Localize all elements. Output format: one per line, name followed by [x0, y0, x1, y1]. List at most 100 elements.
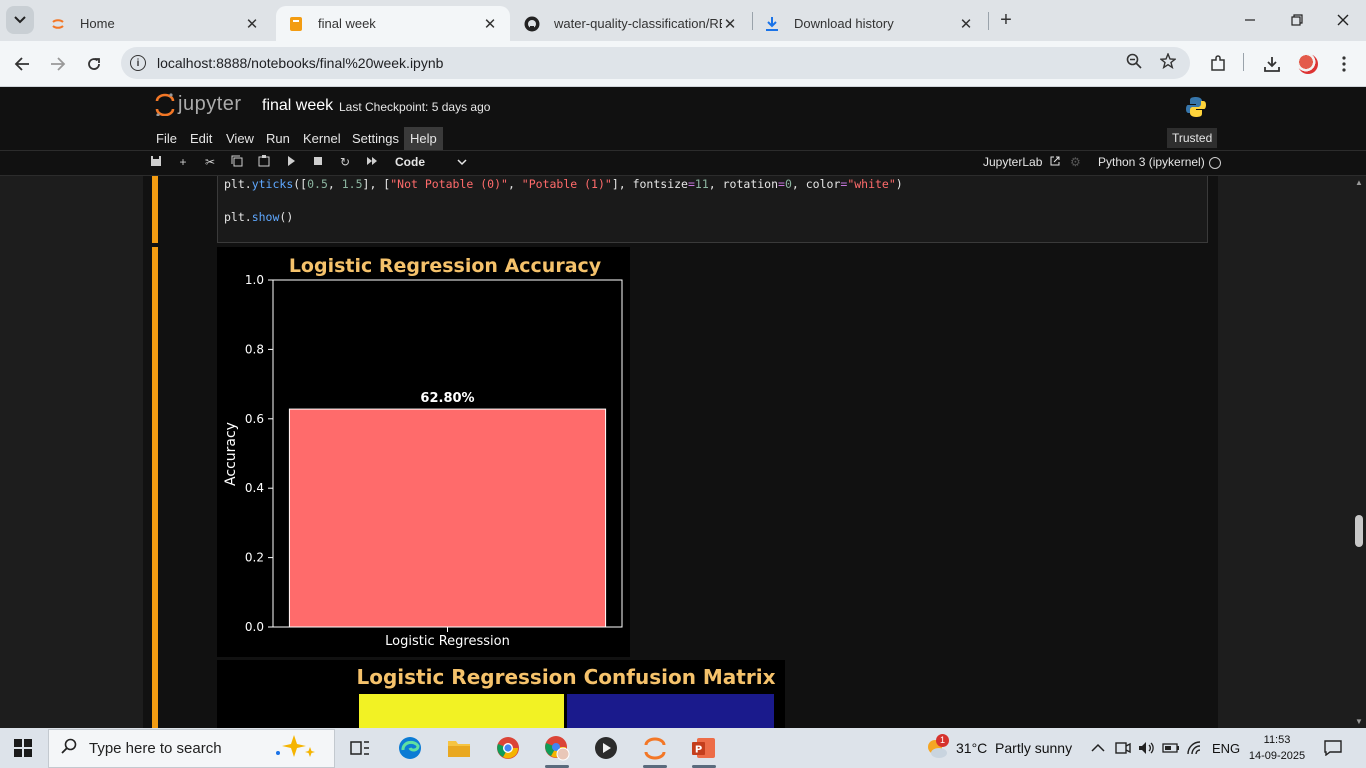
more-vertical-icon[interactable]	[1330, 50, 1358, 78]
browser-toolbar: i localhost:8888/notebooks/final%20week.…	[0, 41, 1366, 87]
back-arrow-icon[interactable]	[8, 50, 36, 78]
kernel-status-idle-icon	[1209, 157, 1221, 169]
weather-widget[interactable]: 1 31°C Partly sunny	[924, 728, 1072, 768]
kernel-name[interactable]: Python 3 (ipykernel)	[1098, 155, 1205, 169]
window-close-icon[interactable]	[1331, 8, 1355, 32]
tab-final-week[interactable]: final week ✕	[276, 6, 510, 41]
jupyterlab-link[interactable]: JupyterLab	[983, 155, 1061, 169]
bookmark-star-icon[interactable]	[1156, 51, 1180, 74]
reload-icon[interactable]	[80, 50, 108, 78]
volume-icon[interactable]	[1138, 728, 1156, 768]
minimize-icon[interactable]	[1238, 8, 1262, 32]
notebook-toolbar: + ✂ ↻ Code JupyterLab ⚙ Python 3 (ipyker…	[0, 151, 1366, 176]
confusion-matrix-heatmap: Logistic Regression Confusion Matrix	[357, 665, 776, 728]
jupyter-logo-icon	[155, 93, 175, 116]
wifi-icon[interactable]	[1187, 728, 1205, 768]
confusion-matrix-figure: Logistic Regression Confusion Matrix	[217, 660, 785, 728]
edge-browser-icon[interactable]	[396, 734, 424, 762]
x-tick-label: Logistic Regression	[385, 634, 510, 649]
task-view-icon[interactable]	[346, 734, 374, 762]
tab-github[interactable]: water-quality-classification/REA ✕	[512, 6, 750, 41]
notebook-scrollbar[interactable]: ▲ ▼	[1352, 176, 1366, 728]
extensions-puzzle-icon[interactable]	[1204, 50, 1232, 78]
last-checkpoint: Last Checkpoint: 5 days ago	[339, 100, 491, 114]
menu-settings[interactable]: Settings	[352, 131, 399, 146]
close-icon[interactable]: ✕	[482, 15, 498, 33]
menu-kernel[interactable]: Kernel	[303, 131, 341, 146]
chart-title: Logistic Regression Confusion Matrix	[357, 665, 776, 689]
show-hidden-icons-chevron-up-icon[interactable]	[1091, 728, 1105, 768]
scroll-down-arrow-icon[interactable]: ▼	[1355, 717, 1363, 726]
fast-forward-icon[interactable]	[364, 155, 380, 170]
menu-edit[interactable]: Edit	[190, 131, 212, 146]
notifications-icon[interactable]	[1324, 728, 1342, 768]
cell-type-select[interactable]: Code	[395, 155, 467, 169]
zoom-icon[interactable]	[1122, 53, 1146, 74]
tab-label: Home	[80, 16, 115, 31]
settings-gear-icon[interactable]: ⚙	[1070, 155, 1081, 169]
site-info-icon[interactable]: i	[130, 55, 146, 71]
scrollbar-thumb[interactable]	[1355, 515, 1363, 547]
tab-label: water-quality-classification/REA	[554, 16, 722, 31]
restart-icon[interactable]: ↻	[337, 155, 353, 169]
scroll-up-arrow-icon[interactable]: ▲	[1355, 178, 1363, 187]
chrome-icon[interactable]	[494, 734, 522, 762]
restore-icon[interactable]	[1285, 8, 1309, 32]
trusted-badge[interactable]: Trusted	[1167, 128, 1218, 148]
windows-start-icon[interactable]	[14, 739, 32, 757]
paste-icon[interactable]	[256, 155, 272, 170]
output-cell-active-bar[interactable]	[152, 247, 158, 728]
clock-time: 11:53	[1263, 734, 1291, 746]
bar	[288, 408, 607, 628]
close-icon[interactable]: ✕	[958, 15, 974, 33]
media-player-icon[interactable]	[592, 734, 620, 762]
battery-icon[interactable]	[1162, 728, 1180, 768]
jupyter-app-icon[interactable]	[641, 734, 669, 768]
powerpoint-icon[interactable]: P	[690, 734, 718, 768]
forward-arrow-icon[interactable]	[44, 50, 72, 78]
meet-now-icon[interactable]	[1115, 728, 1131, 768]
cut-scissors-icon[interactable]: ✂	[202, 155, 218, 169]
jupyterlab-link-label: JupyterLab	[983, 155, 1043, 169]
jupyter-header: jupyter final week Last Checkpoint: 5 da…	[0, 87, 1366, 126]
windows-taskbar: Type here to search P 1 31°C Partly sunn…	[0, 728, 1366, 768]
menu-run[interactable]: Run	[266, 131, 290, 146]
jupyter-logo[interactable]: jupyter	[155, 92, 242, 116]
notebook-icon	[288, 16, 304, 32]
code-line: plt.show()	[224, 210, 294, 224]
tab-search-menu-button[interactable]	[6, 6, 34, 34]
menu-help[interactable]: Help	[404, 127, 443, 150]
close-icon[interactable]: ✕	[722, 15, 738, 33]
notebook-title[interactable]: final week	[262, 97, 333, 115]
tab-download-history[interactable]: Download history ✕	[752, 6, 986, 41]
tab-home[interactable]: Home ✕	[38, 6, 272, 41]
y-axis-label: Accuracy	[223, 422, 239, 486]
download-icon	[764, 16, 780, 32]
add-cell-plus-icon[interactable]: +	[175, 155, 191, 169]
address-bar[interactable]: i localhost:8888/notebooks/final%20week.…	[121, 47, 1190, 79]
close-icon[interactable]: ✕	[244, 15, 260, 33]
run-play-icon[interactable]	[283, 155, 299, 170]
external-link-icon	[1050, 156, 1060, 166]
downloads-icon[interactable]	[1258, 50, 1286, 78]
new-tab-plus-icon[interactable]: +	[994, 8, 1018, 32]
chrome-profile-icon[interactable]	[543, 734, 571, 768]
github-icon	[524, 16, 540, 32]
system-clock[interactable]: 11:53 14-09-2025	[1245, 732, 1309, 764]
code-cell-active-bar[interactable]	[152, 176, 158, 243]
code-cell-editor[interactable]: plt.yticks([0.5, 1.5], ["Not Potable (0)…	[217, 176, 1208, 243]
stop-square-icon[interactable]	[310, 155, 326, 170]
y-tick-label: 0.6	[245, 412, 264, 426]
menu-view[interactable]: View	[226, 131, 254, 146]
save-icon[interactable]	[148, 155, 164, 170]
jupyter-logo-text: jupyter	[178, 92, 242, 115]
y-tick-label: 0.8	[245, 342, 264, 356]
language-indicator[interactable]: ENG	[1212, 728, 1240, 768]
menu-file[interactable]: File	[156, 131, 177, 146]
profile-avatar[interactable]	[1294, 50, 1322, 78]
y-tick-label: 0.2	[245, 551, 264, 565]
file-explorer-icon[interactable]	[445, 734, 473, 762]
copy-icon[interactable]	[229, 155, 245, 170]
taskbar-search[interactable]: Type here to search	[48, 729, 335, 768]
weather-sun-cloud-icon: 1	[924, 734, 950, 760]
